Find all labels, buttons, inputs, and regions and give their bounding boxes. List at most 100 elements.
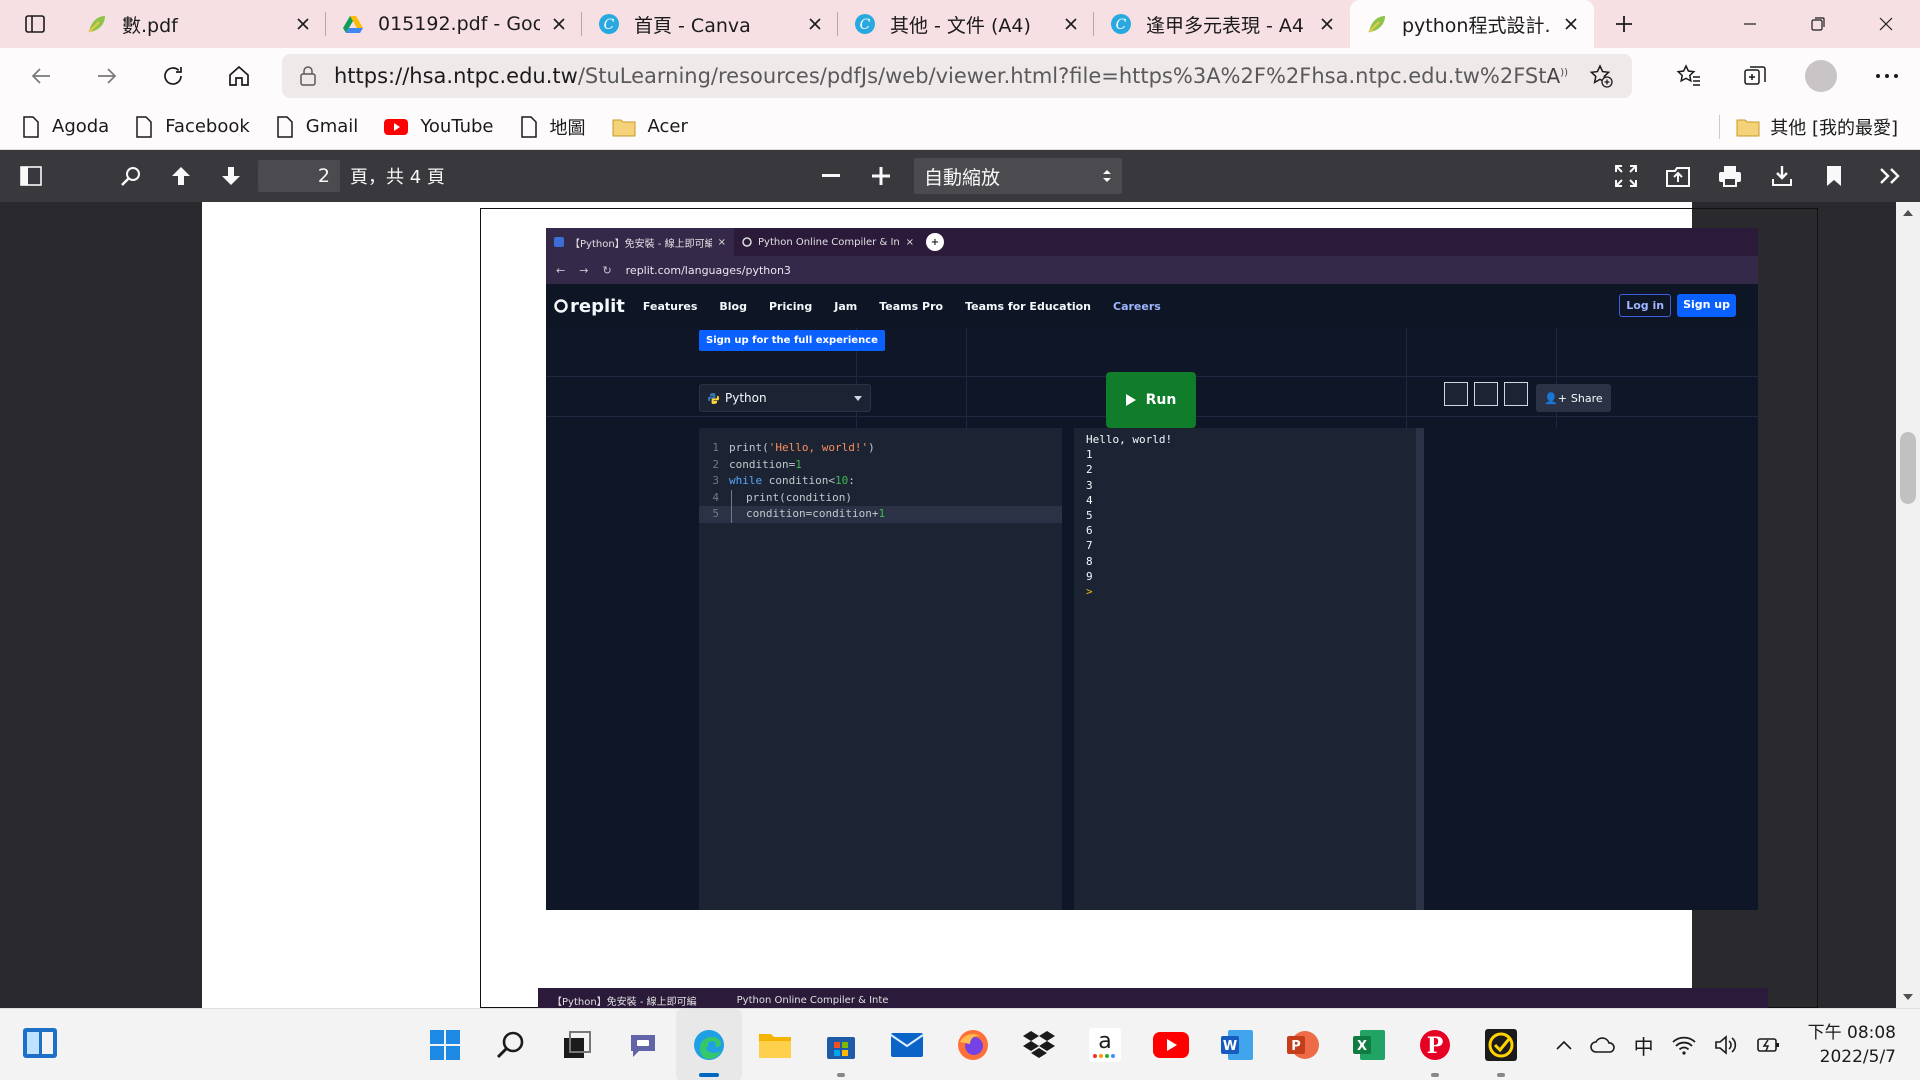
norton-button[interactable] <box>1468 1009 1534 1080</box>
chevron-up-icon[interactable] <box>1556 1040 1572 1050</box>
powerpoint-button[interactable]: P <box>1270 1009 1336 1080</box>
browser-tab-strip: 數.pdf 015192.pdf - Googl C 首頁 - Canva C … <box>0 0 1920 48</box>
favorite-gmail[interactable]: Gmail <box>276 115 358 138</box>
pinterest-button[interactable]: P <box>1402 1009 1468 1080</box>
dropbox-button[interactable] <box>1006 1009 1072 1080</box>
lock-icon[interactable] <box>282 66 334 86</box>
read-aloud-icon[interactable]: A)) <box>1547 64 1569 88</box>
embedded-url: replit.com/languages/python3 <box>625 263 791 277</box>
folder-icon <box>1736 117 1760 137</box>
teams-chat-button[interactable] <box>610 1009 676 1080</box>
word-icon: W <box>1221 1030 1253 1060</box>
home-button[interactable] <box>206 48 272 104</box>
favorite-facebook[interactable]: Facebook <box>135 115 250 138</box>
print-button[interactable] <box>1704 150 1756 202</box>
microsoft-store-icon <box>827 1037 855 1059</box>
minimize-button[interactable] <box>1716 0 1784 48</box>
vertical-scrollbar[interactable] <box>1896 202 1920 1008</box>
zoom-select[interactable]: 自動縮放 <box>914 158 1122 194</box>
code-line: 4 print(condition) <box>699 489 1062 506</box>
url-text[interactable]: https://hsa.ntpc.edu.tw/StuLearning/reso… <box>334 64 1547 88</box>
scrollbar-thumb[interactable] <box>1900 432 1916 504</box>
more-menu-button[interactable] <box>1854 48 1920 104</box>
tab-actions-button[interactable] <box>0 0 70 48</box>
clock-time: 下午 08:08 <box>1807 1023 1896 1043</box>
restore-button[interactable] <box>1784 0 1852 48</box>
collections-button[interactable] <box>1722 48 1788 104</box>
ellipsis-icon <box>1876 74 1898 78</box>
back-button[interactable] <box>8 48 74 104</box>
other-favorites[interactable]: 其他 [我的最愛] <box>1719 104 1898 150</box>
firefox-button[interactable] <box>940 1009 1006 1080</box>
open-file-icon <box>1666 167 1690 187</box>
favorites-button[interactable] <box>1656 48 1722 104</box>
play-icon <box>1125 394 1136 406</box>
browser-tab-6-active[interactable]: python程式設計.pd <box>1350 0 1594 48</box>
onedrive-icon[interactable] <box>1589 1037 1616 1053</box>
browser-tab-1[interactable]: 數.pdf <box>70 0 326 48</box>
new-tab-button[interactable] <box>1600 0 1648 48</box>
scroll-up-arrow-icon[interactable] <box>1896 202 1920 224</box>
youtube-taskbar-button[interactable] <box>1138 1009 1204 1080</box>
favorite-agoda[interactable]: Agoda <box>22 115 109 138</box>
embedded-chrome-tabs: 【Python】免安裝 - 線上即可編 × Python Online Compi… <box>546 228 1758 256</box>
widgets-button[interactable] <box>22 1025 62 1065</box>
start-button[interactable] <box>412 1009 478 1080</box>
nav-pricing: Pricing <box>769 299 813 313</box>
console-line: 8 <box>1086 554 1093 568</box>
refresh-button[interactable] <box>140 48 206 104</box>
browser-tab-4[interactable]: C 其他 - 文件 (A4) <box>838 0 1094 48</box>
download-button[interactable] <box>1756 150 1808 202</box>
close-tab-icon[interactable] <box>548 13 570 35</box>
close-tab-icon[interactable] <box>804 13 826 35</box>
bookmark-button[interactable] <box>1808 150 1860 202</box>
battery-icon[interactable] <box>1756 1035 1782 1055</box>
previous-page-button[interactable] <box>156 150 206 202</box>
add-favorite-icon[interactable] <box>1588 63 1614 89</box>
close-window-button[interactable] <box>1852 0 1920 48</box>
close-tab-icon[interactable] <box>1316 13 1338 35</box>
tools-button[interactable] <box>1860 150 1920 202</box>
profile-button[interactable] <box>1788 48 1854 104</box>
browser-tab-5[interactable]: C 逢甲多元表現 - A4 <box>1094 0 1350 48</box>
replit-workspace: Sign up for the full experience Python R… <box>546 328 1758 910</box>
edge-taskbar-button[interactable] <box>676 1009 742 1080</box>
amazon-button[interactable]: a <box>1072 1009 1138 1080</box>
select-arrows-icon <box>1103 170 1111 182</box>
find-button[interactable] <box>106 150 156 202</box>
microsoft-store-button[interactable] <box>808 1009 874 1080</box>
forward-button[interactable] <box>74 48 140 104</box>
favorite-acer[interactable]: Acer <box>612 116 688 137</box>
next-page-button[interactable] <box>206 150 256 202</box>
zoom-out-button[interactable] <box>806 150 856 202</box>
mail-button[interactable] <box>874 1009 940 1080</box>
search-button[interactable] <box>478 1009 544 1080</box>
zoom-in-button[interactable] <box>856 150 906 202</box>
powerpoint-icon: P <box>1287 1031 1319 1059</box>
volume-icon[interactable] <box>1714 1035 1738 1055</box>
page-number-input[interactable]: 2 <box>258 160 340 192</box>
address-bar[interactable]: https://hsa.ntpc.edu.tw/StuLearning/reso… <box>282 54 1632 98</box>
word-button[interactable]: W <box>1204 1009 1270 1080</box>
excel-button[interactable]: X <box>1336 1009 1402 1080</box>
wifi-icon[interactable] <box>1671 1035 1696 1055</box>
browser-tab-3[interactable]: C 首頁 - Canva <box>582 0 838 48</box>
presentation-mode-button[interactable] <box>1600 150 1652 202</box>
replit-logo: replit <box>554 296 625 317</box>
favorite-map[interactable]: 地圖 <box>520 114 586 140</box>
replit-logo-icon <box>554 299 568 313</box>
pdf-viewer[interactable]: 【Python】免安裝 - 線上即可編 × Python Online Compi… <box>0 202 1920 1008</box>
close-tab-icon[interactable] <box>292 13 314 35</box>
ime-indicator[interactable]: 中 <box>1634 1031 1654 1060</box>
task-view-button[interactable] <box>544 1009 610 1080</box>
browser-tab-2[interactable]: 015192.pdf - Googl <box>326 0 582 48</box>
sidebar-toggle-button[interactable] <box>6 150 56 202</box>
close-tab-icon[interactable] <box>1560 13 1582 35</box>
amazon-icon: a <box>1089 1028 1121 1062</box>
open-file-button[interactable] <box>1652 150 1704 202</box>
favorite-youtube[interactable]: YouTube <box>384 116 494 137</box>
file-explorer-button[interactable] <box>742 1009 808 1080</box>
scroll-down-arrow-icon[interactable] <box>1896 986 1920 1008</box>
clock[interactable]: 下午 08:08 2022/5/7 <box>1808 1021 1896 1069</box>
close-tab-icon[interactable] <box>1060 13 1082 35</box>
